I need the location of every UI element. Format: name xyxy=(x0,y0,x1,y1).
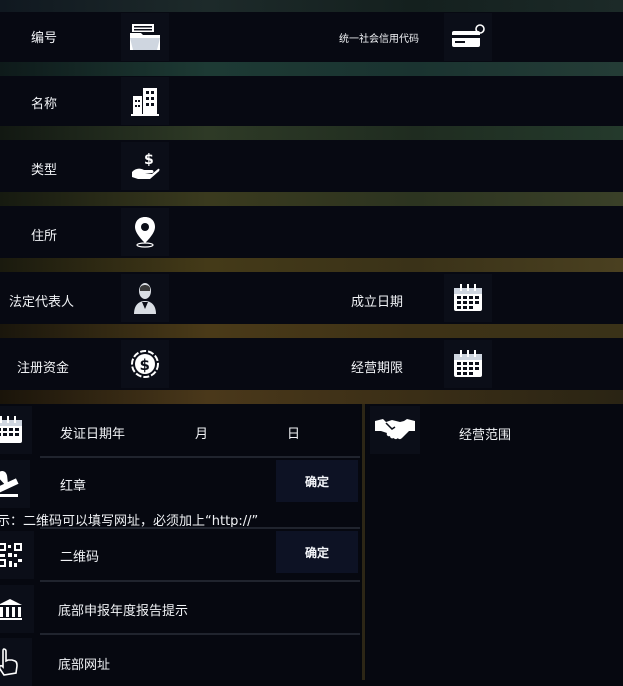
dollar-coin-icon: $ xyxy=(121,340,169,388)
divider-band xyxy=(0,390,623,404)
found-date-label: 成立日期 xyxy=(351,295,404,310)
person-icon xyxy=(121,274,169,322)
red-seal-input[interactable] xyxy=(100,462,270,502)
credit-code-input[interactable] xyxy=(494,14,622,60)
vertical-divider xyxy=(362,404,365,680)
divider-band xyxy=(0,62,623,76)
folder-icon xyxy=(121,13,169,61)
svg-text:$: $ xyxy=(140,356,150,374)
credit-card-icon xyxy=(444,13,492,61)
issue-day-label: 日 xyxy=(287,427,301,442)
building-icon xyxy=(121,77,169,125)
divider-band xyxy=(0,0,623,12)
legal-rep-input[interactable] xyxy=(170,275,320,321)
type-input[interactable] xyxy=(170,143,622,189)
term-input[interactable] xyxy=(494,341,622,387)
term-label: 经营期限 xyxy=(351,361,404,376)
found-date-input[interactable] xyxy=(494,275,622,321)
qr-code-icon xyxy=(0,531,34,579)
calendar-icon xyxy=(0,406,32,454)
divider-band xyxy=(0,126,623,140)
name-input[interactable] xyxy=(170,78,622,124)
footer-url-label: 底部网址 xyxy=(58,658,111,673)
footer-hint-input[interactable] xyxy=(210,586,360,628)
money-hand-icon: $ xyxy=(121,142,169,190)
footer-hint-label: 底部申报年度报告提示 xyxy=(58,604,189,619)
address-input[interactable] xyxy=(170,209,622,255)
capital-label: 注册资金 xyxy=(17,361,70,376)
type-label: 类型 xyxy=(31,163,58,178)
number-label: 编号 xyxy=(31,31,58,46)
row-divider xyxy=(40,527,360,529)
business-scope-textarea[interactable] xyxy=(372,456,620,678)
credit-code-label: 统一社会信用代码 xyxy=(339,34,419,45)
footer-url-input[interactable] xyxy=(130,640,360,680)
stamp-icon xyxy=(0,460,30,508)
divider-band xyxy=(0,258,623,272)
qr-input[interactable] xyxy=(110,533,270,573)
issue-month-input[interactable] xyxy=(215,410,285,450)
issue-year-input[interactable] xyxy=(140,410,190,450)
divider-band xyxy=(0,192,623,206)
calendar-icon xyxy=(444,274,492,322)
capital-input[interactable] xyxy=(170,341,320,387)
row-divider xyxy=(40,633,360,635)
number-input[interactable] xyxy=(170,14,320,60)
bank-icon xyxy=(0,585,34,633)
row-divider xyxy=(40,456,360,458)
business-scope-label: 经营范围 xyxy=(459,428,512,443)
legal-rep-label: 法定代表人 xyxy=(9,295,75,310)
row-divider xyxy=(40,580,360,582)
location-pin-icon xyxy=(121,208,169,256)
address-label: 住所 xyxy=(31,229,58,244)
calendar-icon xyxy=(444,340,492,388)
name-label: 名称 xyxy=(31,97,58,112)
divider-band xyxy=(0,324,623,338)
issue-date-label: 发证日期年 xyxy=(60,427,126,442)
red-seal-label: 红章 xyxy=(60,479,87,494)
qr-confirm-button[interactable]: 确定 xyxy=(276,531,358,573)
handshake-icon xyxy=(370,406,420,454)
issue-month-label: 月 xyxy=(195,427,209,442)
pointer-hand-icon xyxy=(0,638,32,686)
qr-label: 二维码 xyxy=(60,550,100,565)
svg-text:$: $ xyxy=(144,152,154,168)
red-seal-confirm-button[interactable]: 确定 xyxy=(276,460,358,502)
